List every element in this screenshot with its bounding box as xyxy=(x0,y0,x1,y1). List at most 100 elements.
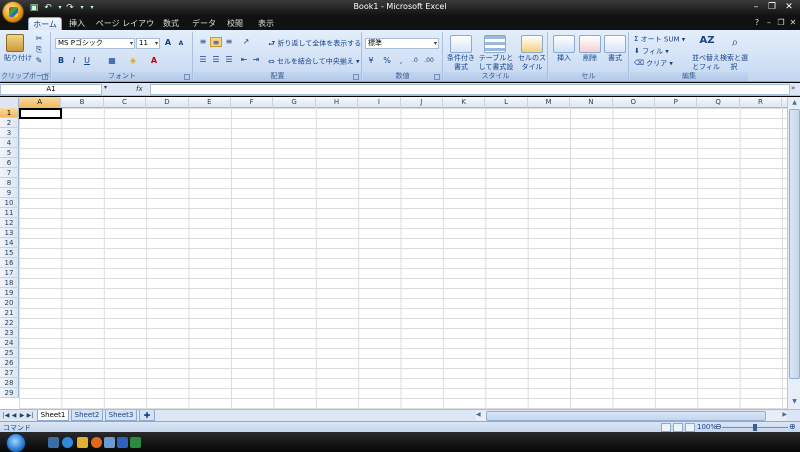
prev-sheet-icon[interactable]: ◀ xyxy=(10,411,18,421)
row-header[interactable]: 21 xyxy=(0,308,19,318)
internet-explorer-icon[interactable] xyxy=(62,437,73,448)
sort-filter-icon[interactable]: AZ xyxy=(696,35,718,53)
row-header[interactable]: 13 xyxy=(0,228,19,238)
format-as-table-icon[interactable] xyxy=(484,35,506,53)
workbook-restore-icon[interactable]: ❐ xyxy=(776,18,786,28)
alignment-launcher-icon[interactable] xyxy=(353,74,359,80)
comma-style-icon[interactable]: , xyxy=(395,56,407,66)
row-header[interactable]: 8 xyxy=(0,178,19,188)
first-sheet-icon[interactable]: |◀ xyxy=(2,411,10,421)
row-header[interactable]: 2 xyxy=(0,118,19,128)
tab-data[interactable]: データ xyxy=(189,17,219,30)
row-header[interactable]: 1 xyxy=(0,108,19,118)
row-header[interactable]: 19 xyxy=(0,288,19,298)
decrease-indent-icon[interactable]: ⇤ xyxy=(238,55,250,65)
row-header[interactable]: 9 xyxy=(0,188,19,198)
row-header[interactable]: 5 xyxy=(0,148,19,158)
office-button[interactable] xyxy=(2,1,24,23)
page-break-view-icon[interactable] xyxy=(685,423,695,432)
row-header[interactable]: 26 xyxy=(0,358,19,368)
workbook-close-icon[interactable]: ✕ xyxy=(788,18,798,28)
restore-button[interactable]: ❐ xyxy=(764,1,780,13)
zoom-out-icon[interactable]: ⊖ xyxy=(715,422,722,431)
row-header[interactable]: 12 xyxy=(0,218,19,228)
row-header[interactable]: 20 xyxy=(0,298,19,308)
row-header[interactable]: 28 xyxy=(0,378,19,388)
row-header[interactable]: 29 xyxy=(0,388,19,398)
firefox-icon[interactable] xyxy=(91,437,102,448)
row-header[interactable]: 6 xyxy=(0,158,19,168)
column-header[interactable]: F xyxy=(231,97,274,108)
insert-cells-button[interactable]: 挿入 xyxy=(551,54,577,63)
row-header[interactable]: 24 xyxy=(0,338,19,348)
help-icon[interactable]: ? xyxy=(752,18,762,28)
row-header[interactable]: 25 xyxy=(0,348,19,358)
grow-font-icon[interactable]: A xyxy=(162,38,174,48)
scroll-right-icon[interactable]: ▶ xyxy=(782,411,787,418)
wrap-text-button[interactable]: ⮐ 折り返して全体を表示する xyxy=(268,39,361,49)
insert-function-icon[interactable]: fx xyxy=(136,84,148,95)
column-header[interactable]: A xyxy=(19,97,62,108)
format-cells-icon[interactable] xyxy=(604,35,626,53)
cell-styles-icon[interactable] xyxy=(521,35,543,53)
underline-icon[interactable]: U xyxy=(81,56,93,66)
word-icon[interactable] xyxy=(117,437,128,448)
autosum-button[interactable]: Σ オート SUM ▾ xyxy=(634,35,685,45)
normal-view-icon[interactable] xyxy=(661,423,671,432)
column-header[interactable]: B xyxy=(61,97,104,108)
select-all-corner[interactable] xyxy=(0,97,19,108)
conditional-format-button[interactable]: 条件付き書式 xyxy=(445,54,477,72)
shrink-font-icon[interactable]: A xyxy=(175,39,187,49)
find-select-icon[interactable]: ⌕ xyxy=(724,35,746,53)
sheet-tab-2[interactable]: Sheet2 xyxy=(71,410,103,421)
sheet-tab-3[interactable]: Sheet3 xyxy=(105,410,137,421)
folder-icon[interactable] xyxy=(77,437,88,448)
row-header[interactable]: 17 xyxy=(0,268,19,278)
page-layout-view-icon[interactable] xyxy=(673,423,683,432)
column-header[interactable]: Q xyxy=(697,97,740,108)
column-header[interactable]: H xyxy=(316,97,359,108)
scroll-up-icon[interactable]: ▲ xyxy=(789,98,800,108)
column-header[interactable]: M xyxy=(528,97,571,108)
paste-button[interactable]: 貼り付け xyxy=(4,54,32,63)
clipboard-launcher-icon[interactable] xyxy=(42,74,48,80)
paste-icon[interactable] xyxy=(6,34,24,52)
column-header[interactable]: N xyxy=(570,97,613,108)
scroll-left-icon[interactable]: ◀ xyxy=(476,411,481,418)
row-header[interactable]: 23 xyxy=(0,328,19,338)
expand-formula-bar-icon[interactable]: » xyxy=(791,84,795,92)
name-box-dropdown-icon[interactable]: ▾ xyxy=(104,84,107,91)
number-launcher-icon[interactable] xyxy=(434,74,440,80)
column-header[interactable]: J xyxy=(401,97,443,108)
scroll-down-icon[interactable]: ▼ xyxy=(789,397,800,407)
fill-button[interactable]: ⬇ フィル ▾ xyxy=(634,47,669,57)
row-header[interactable]: 14 xyxy=(0,238,19,248)
tab-formulas[interactable]: 数式 xyxy=(158,17,184,30)
name-box[interactable]: A1 xyxy=(0,84,102,95)
conditional-format-icon[interactable] xyxy=(450,35,472,53)
column-header[interactable]: L xyxy=(485,97,528,108)
format-cells-button[interactable]: 書式 xyxy=(602,54,628,63)
close-button[interactable]: ✕ xyxy=(781,1,797,13)
cell-area[interactable] xyxy=(19,108,787,409)
column-header[interactable]: R xyxy=(740,97,783,108)
font-color-icon[interactable]: A xyxy=(148,56,160,66)
workbook-minimize-icon[interactable]: – xyxy=(764,18,774,28)
fill-color-icon[interactable]: ◈ xyxy=(127,56,139,66)
vertical-scrollbar[interactable]: ▲ ▼ xyxy=(787,97,800,409)
insert-cells-icon[interactable] xyxy=(553,35,575,53)
cut-icon[interactable]: ✂ xyxy=(33,34,45,44)
align-middle-icon[interactable]: ≡ xyxy=(210,37,222,47)
column-header[interactable]: K xyxy=(443,97,486,108)
row-header[interactable]: 18 xyxy=(0,278,19,288)
tab-page-layout[interactable]: ページ レイアウト xyxy=(95,17,155,41)
merge-center-button[interactable]: ⇔ セルを結合して中央揃え ▾ xyxy=(268,57,359,67)
row-header[interactable]: 15 xyxy=(0,248,19,258)
align-center-icon[interactable]: ☰ xyxy=(210,55,222,65)
zoom-slider-thumb[interactable] xyxy=(753,424,757,431)
font-launcher-icon[interactable] xyxy=(184,74,190,80)
column-header[interactable]: C xyxy=(104,97,147,108)
number-format-combo[interactable]: 標準 ▾ xyxy=(365,38,439,49)
borders-icon[interactable]: ▦ xyxy=(106,56,118,66)
currency-icon[interactable]: ¥ xyxy=(365,56,377,66)
